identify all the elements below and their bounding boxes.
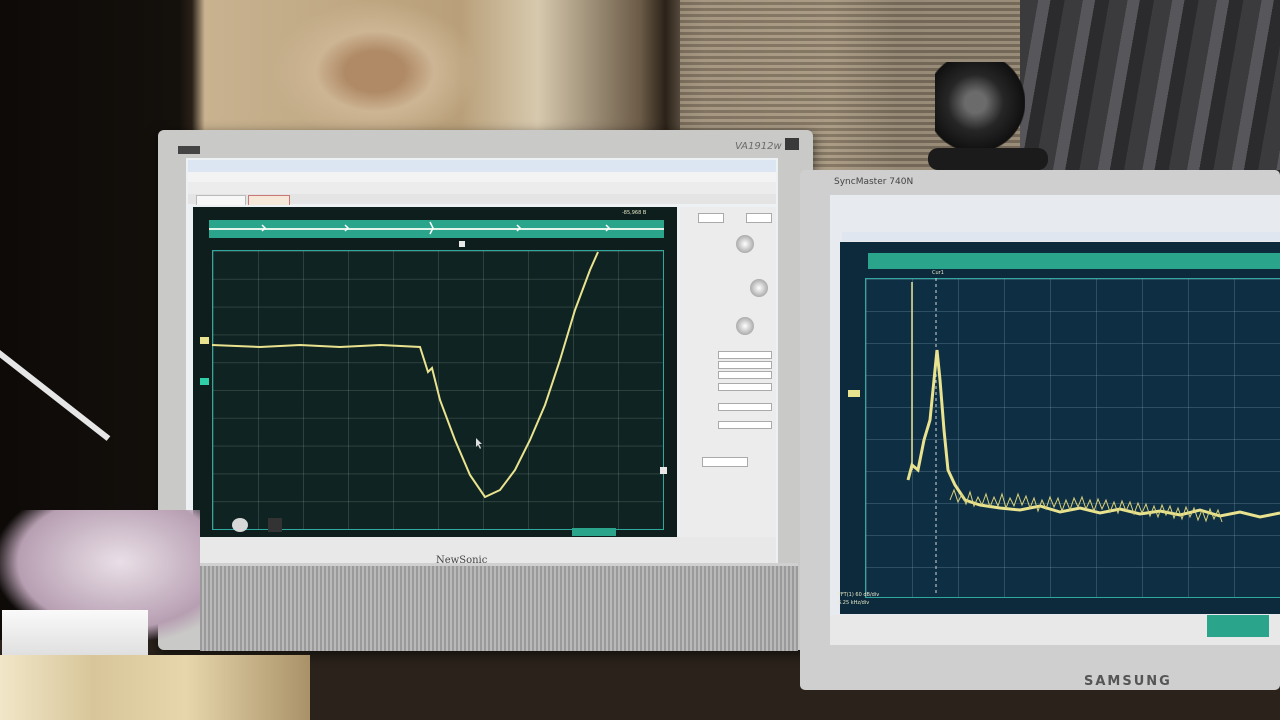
matchboxes	[0, 655, 310, 720]
spectrum-trace	[906, 349, 1280, 519]
spectrum-status-line1: FFT(1) 60 dB/div	[838, 592, 880, 598]
right-monitor-brand: SAMSUNG	[1084, 674, 1172, 689]
spectrum-noise	[949, 488, 1223, 523]
spectrum-level-marker	[848, 390, 860, 397]
spectrum-readout-box	[1207, 615, 1269, 637]
spectrum-status-line2: 6.25 kHz/div	[838, 600, 870, 606]
